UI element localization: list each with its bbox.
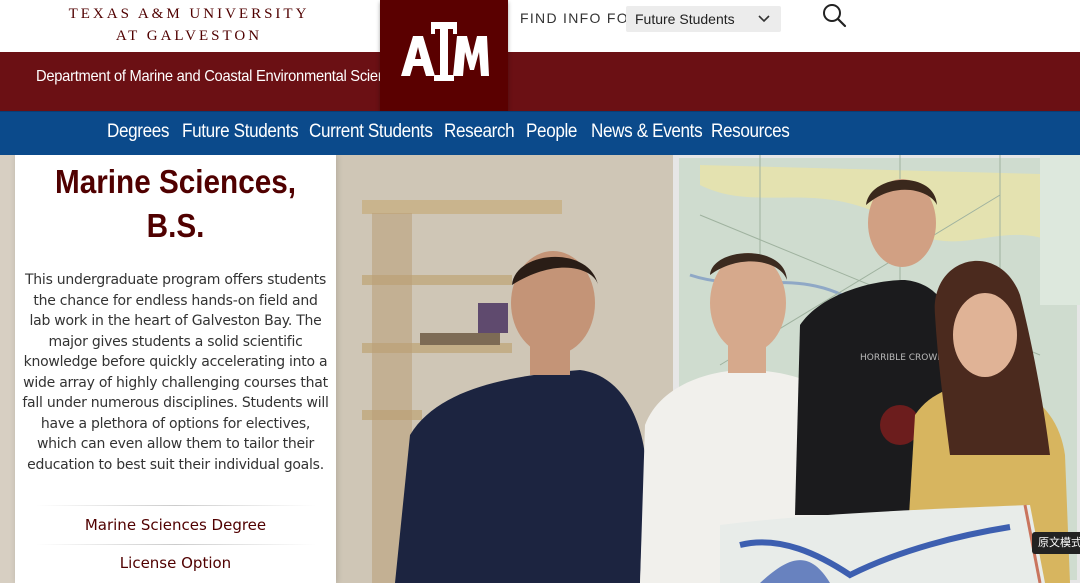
divider [35,544,316,545]
atm-logo-icon [401,22,489,81]
nav-item-current-students[interactable]: Current Students [309,121,433,143]
hero-banner: HORRIBLE CROWES Marine Sciences, B.S. Th… [0,155,1080,583]
find-info-dropdown[interactable]: Future Students [626,6,781,32]
find-info-selected: Future Students [635,11,735,27]
main-navigation: Degrees Future Students Current Students… [0,111,1080,155]
nav-item-people[interactable]: People [526,121,577,143]
divider [35,505,316,506]
nav-item-research[interactable]: Research [444,121,515,143]
search-icon[interactable] [820,2,848,30]
university-campus: AT GALVESTON [115,28,263,44]
program-info-panel: Marine Sciences, B.S. This undergraduate… [15,155,336,583]
university-name: TEXAS A&M UNIVERSITY [68,6,310,22]
chevron-down-icon [757,6,771,40]
atm-logo[interactable] [380,0,508,111]
nav-item-degrees[interactable]: Degrees [107,121,169,143]
nav-item-news-events[interactable]: News & Events [591,121,703,143]
reader-mode-badge[interactable]: 原文模式 [1032,532,1080,554]
marine-sciences-degree-link[interactable]: Marine Sciences Degree [15,516,336,534]
university-wordmark[interactable]: TEXAS A&M UNIVERSITY AT GALVESTON [0,0,378,52]
program-degree: B.S. [146,207,205,244]
program-title: Marine Sciences, [54,163,297,200]
program-description: This undergraduate program offers studen… [22,272,329,473]
nav-item-resources[interactable]: Resources [711,121,790,143]
department-title[interactable]: Department of Marine and Coastal Environ… [36,68,401,86]
nav-item-future-students[interactable]: Future Students [182,121,299,143]
site-header: TEXAS A&M UNIVERSITY AT GALVESTON Depart… [0,0,1080,111]
shirt-print-text: HORRIBLE CROWES [860,353,949,363]
license-option-link[interactable]: License Option [15,554,336,572]
